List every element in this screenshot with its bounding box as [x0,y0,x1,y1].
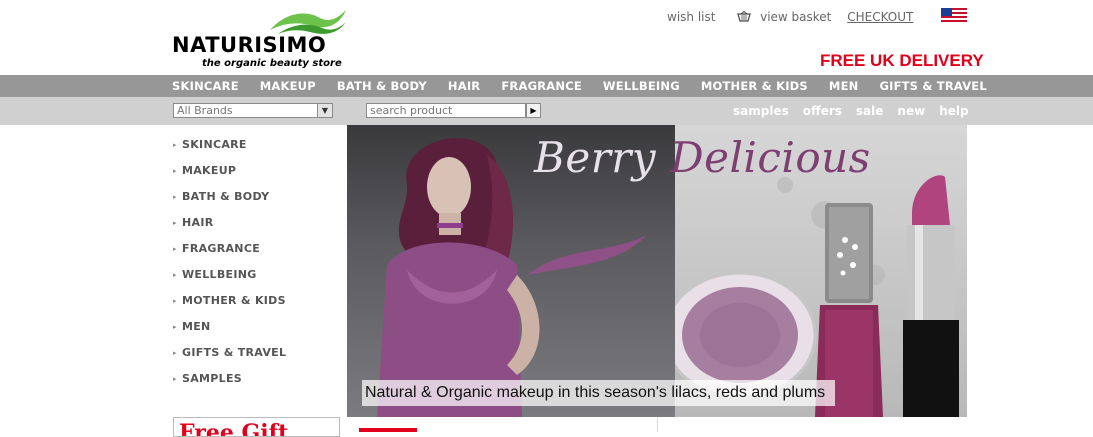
main-navigation: SKINCARE MAKEUP BATH & BODY HAIR FRAGRAN… [0,75,1093,97]
nav-skincare[interactable]: SKINCARE [172,79,239,93]
sidebar-item-hair[interactable]: ▸ HAIR [173,216,286,242]
promo-accent-bar [359,428,417,432]
sidebar-item-bath-body[interactable]: ▸ BATH & BODY [173,190,286,216]
search-submit-button[interactable]: ▶ [526,103,541,118]
sidebar-item-fragrance[interactable]: ▸ FRAGRANCE [173,242,286,268]
hero-banner[interactable]: Berry Delicious Natural & Organic makeup… [347,125,967,417]
sidebar-item-makeup[interactable]: ▸ MAKEUP [173,164,286,190]
bullet-icon: ▸ [173,375,177,383]
sidebar-item-wellbeing[interactable]: ▸ WELLBEING [173,268,286,294]
bullet-icon: ▸ [173,219,177,227]
brand-select[interactable]: All Brands ▼ [173,103,333,118]
wish-list-link[interactable]: wish list [667,10,715,24]
bullet-icon: ▸ [173,245,177,253]
hero-title: Berry Delicious [534,133,871,182]
leaf-logo-icon [270,10,346,34]
nav-fragrance[interactable]: FRAGRANCE [501,79,582,93]
bullet-icon: ▸ [173,297,177,305]
sidebar-item-mother-kids[interactable]: ▸ MOTHER & KIDS [173,294,286,320]
bullet-icon: ▸ [173,141,177,149]
site-logo[interactable]: NATURISIMO the organic beauty store [172,8,357,69]
samples-link[interactable]: samples [733,104,789,118]
sidebar-item-gifts-travel[interactable]: ▸ GIFTS & TRAVEL [173,346,286,372]
sidebar-item-men[interactable]: ▸ MEN [173,320,286,346]
account-links: wish list view basket CHECKOUT [667,9,913,24]
nav-wellbeing[interactable]: WELLBEING [603,79,680,93]
nav-gifts-travel[interactable]: GIFTS & TRAVEL [879,79,986,93]
free-delivery-banner: FREE UK DELIVERY [820,51,984,70]
logo-wordmark: NATURISIMO [172,33,327,57]
bullet-icon: ▸ [173,167,177,175]
nav-men[interactable]: MEN [829,79,859,93]
new-link[interactable]: new [897,104,925,118]
column-divider [657,417,658,432]
view-basket-link[interactable]: view basket [760,10,831,24]
free-gift-heading: Free Gift [179,420,289,437]
nav-bath-body[interactable]: BATH & BODY [337,79,427,93]
bullet-icon: ▸ [173,323,177,331]
nav-hair[interactable]: HAIR [448,79,480,93]
brand-select-value: All Brands [177,104,233,117]
logo-tagline: the organic beauty store [202,58,342,69]
bullet-icon: ▸ [173,193,177,201]
us-flag-icon[interactable] [941,7,967,22]
search-bar: All Brands ▼ ▶ samples offers sale new h… [0,97,1093,125]
nav-makeup[interactable]: MAKEUP [260,79,316,93]
basket-icon[interactable] [737,10,752,23]
checkout-link[interactable]: CHECKOUT [847,10,913,24]
hero-title-part2: Delicious [669,133,871,182]
nav-mother-kids[interactable]: MOTHER & KIDS [701,79,808,93]
hero-title-part1: Berry [534,133,657,182]
help-link[interactable]: help [939,104,968,118]
sale-link[interactable]: sale [856,104,884,118]
hero-caption: Natural & Organic makeup in this season'… [362,380,835,406]
offers-link[interactable]: offers [803,104,842,118]
free-gift-promo[interactable]: Free Gift [173,417,340,437]
chevron-down-icon[interactable]: ▼ [317,104,332,117]
sidebar-item-samples[interactable]: ▸ SAMPLES [173,372,286,398]
sidebar-item-skincare[interactable]: ▸ SKINCARE [173,138,286,164]
bullet-icon: ▸ [173,349,177,357]
category-sidebar: ▸ SKINCARE ▸ MAKEUP ▸ BATH & BODY ▸ HAIR ▸ FR… [173,138,286,398]
search-input[interactable] [366,103,526,118]
bullet-icon: ▸ [173,271,177,279]
